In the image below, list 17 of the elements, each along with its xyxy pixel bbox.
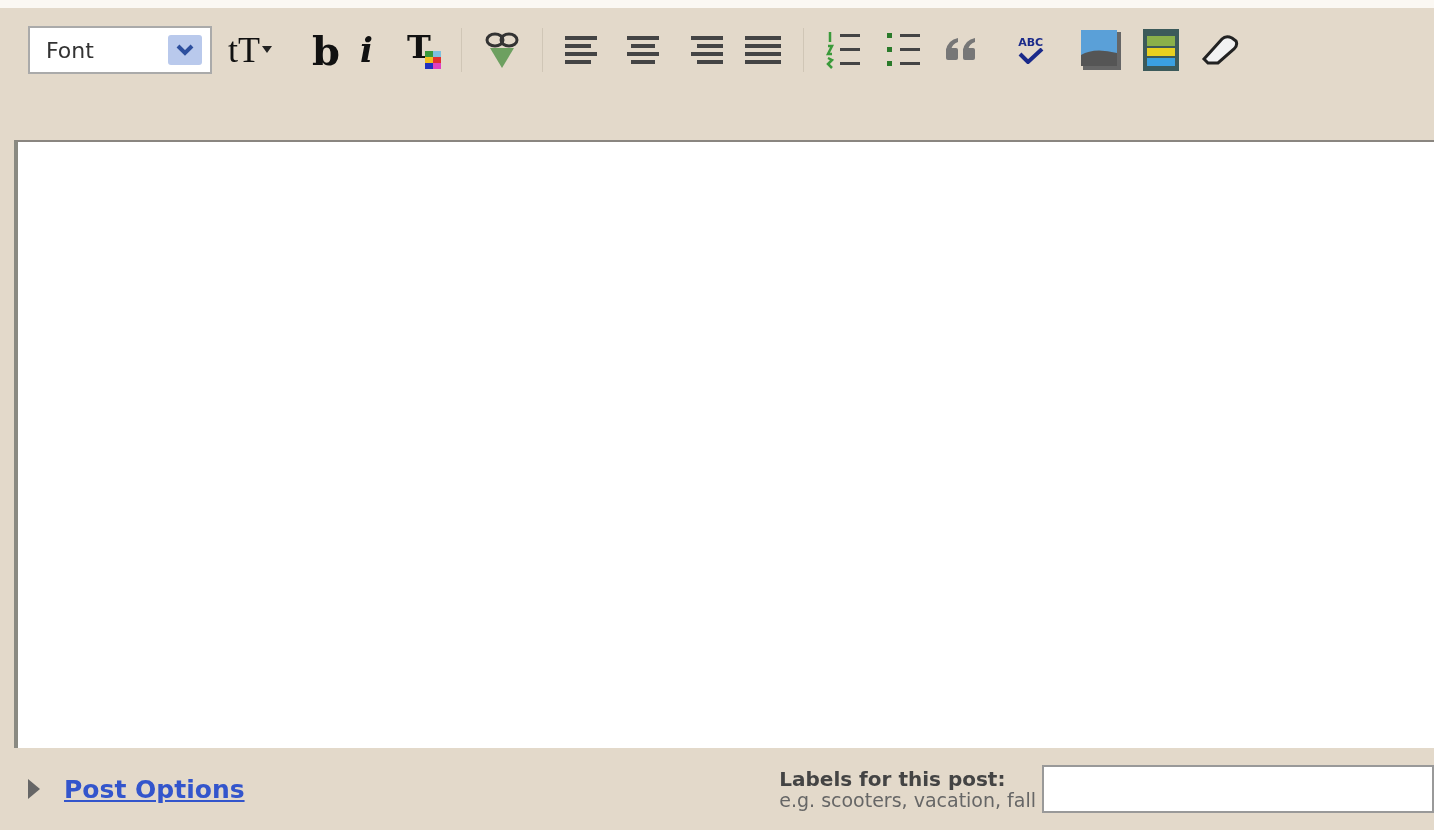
image-icon[interactable]: [1079, 29, 1122, 71]
spellcheck-button[interactable]: ABC: [1017, 36, 1044, 64]
checkmark-icon: [1017, 47, 1044, 64]
font-size-button[interactable]: tT: [228, 32, 272, 68]
post-options-link[interactable]: Post Options: [64, 774, 245, 804]
caret-icon: [262, 46, 272, 54]
quote-icon[interactable]: [943, 38, 978, 62]
bold-button[interactable]: b: [312, 26, 340, 74]
text-color-button[interactable]: T: [406, 31, 441, 69]
labels-input-field[interactable]: [1042, 765, 1434, 813]
eraser-icon[interactable]: [1199, 35, 1240, 65]
labels-title: Labels for this post:: [779, 767, 1007, 790]
labels-hint: e.g. scooters, vacation, fall: [779, 789, 1036, 811]
expand-arrow-icon[interactable]: [28, 779, 40, 799]
justify-icon[interactable]: [742, 34, 783, 66]
italic-button[interactable]: i: [359, 30, 373, 70]
font-select[interactable]: Font: [28, 26, 212, 74]
